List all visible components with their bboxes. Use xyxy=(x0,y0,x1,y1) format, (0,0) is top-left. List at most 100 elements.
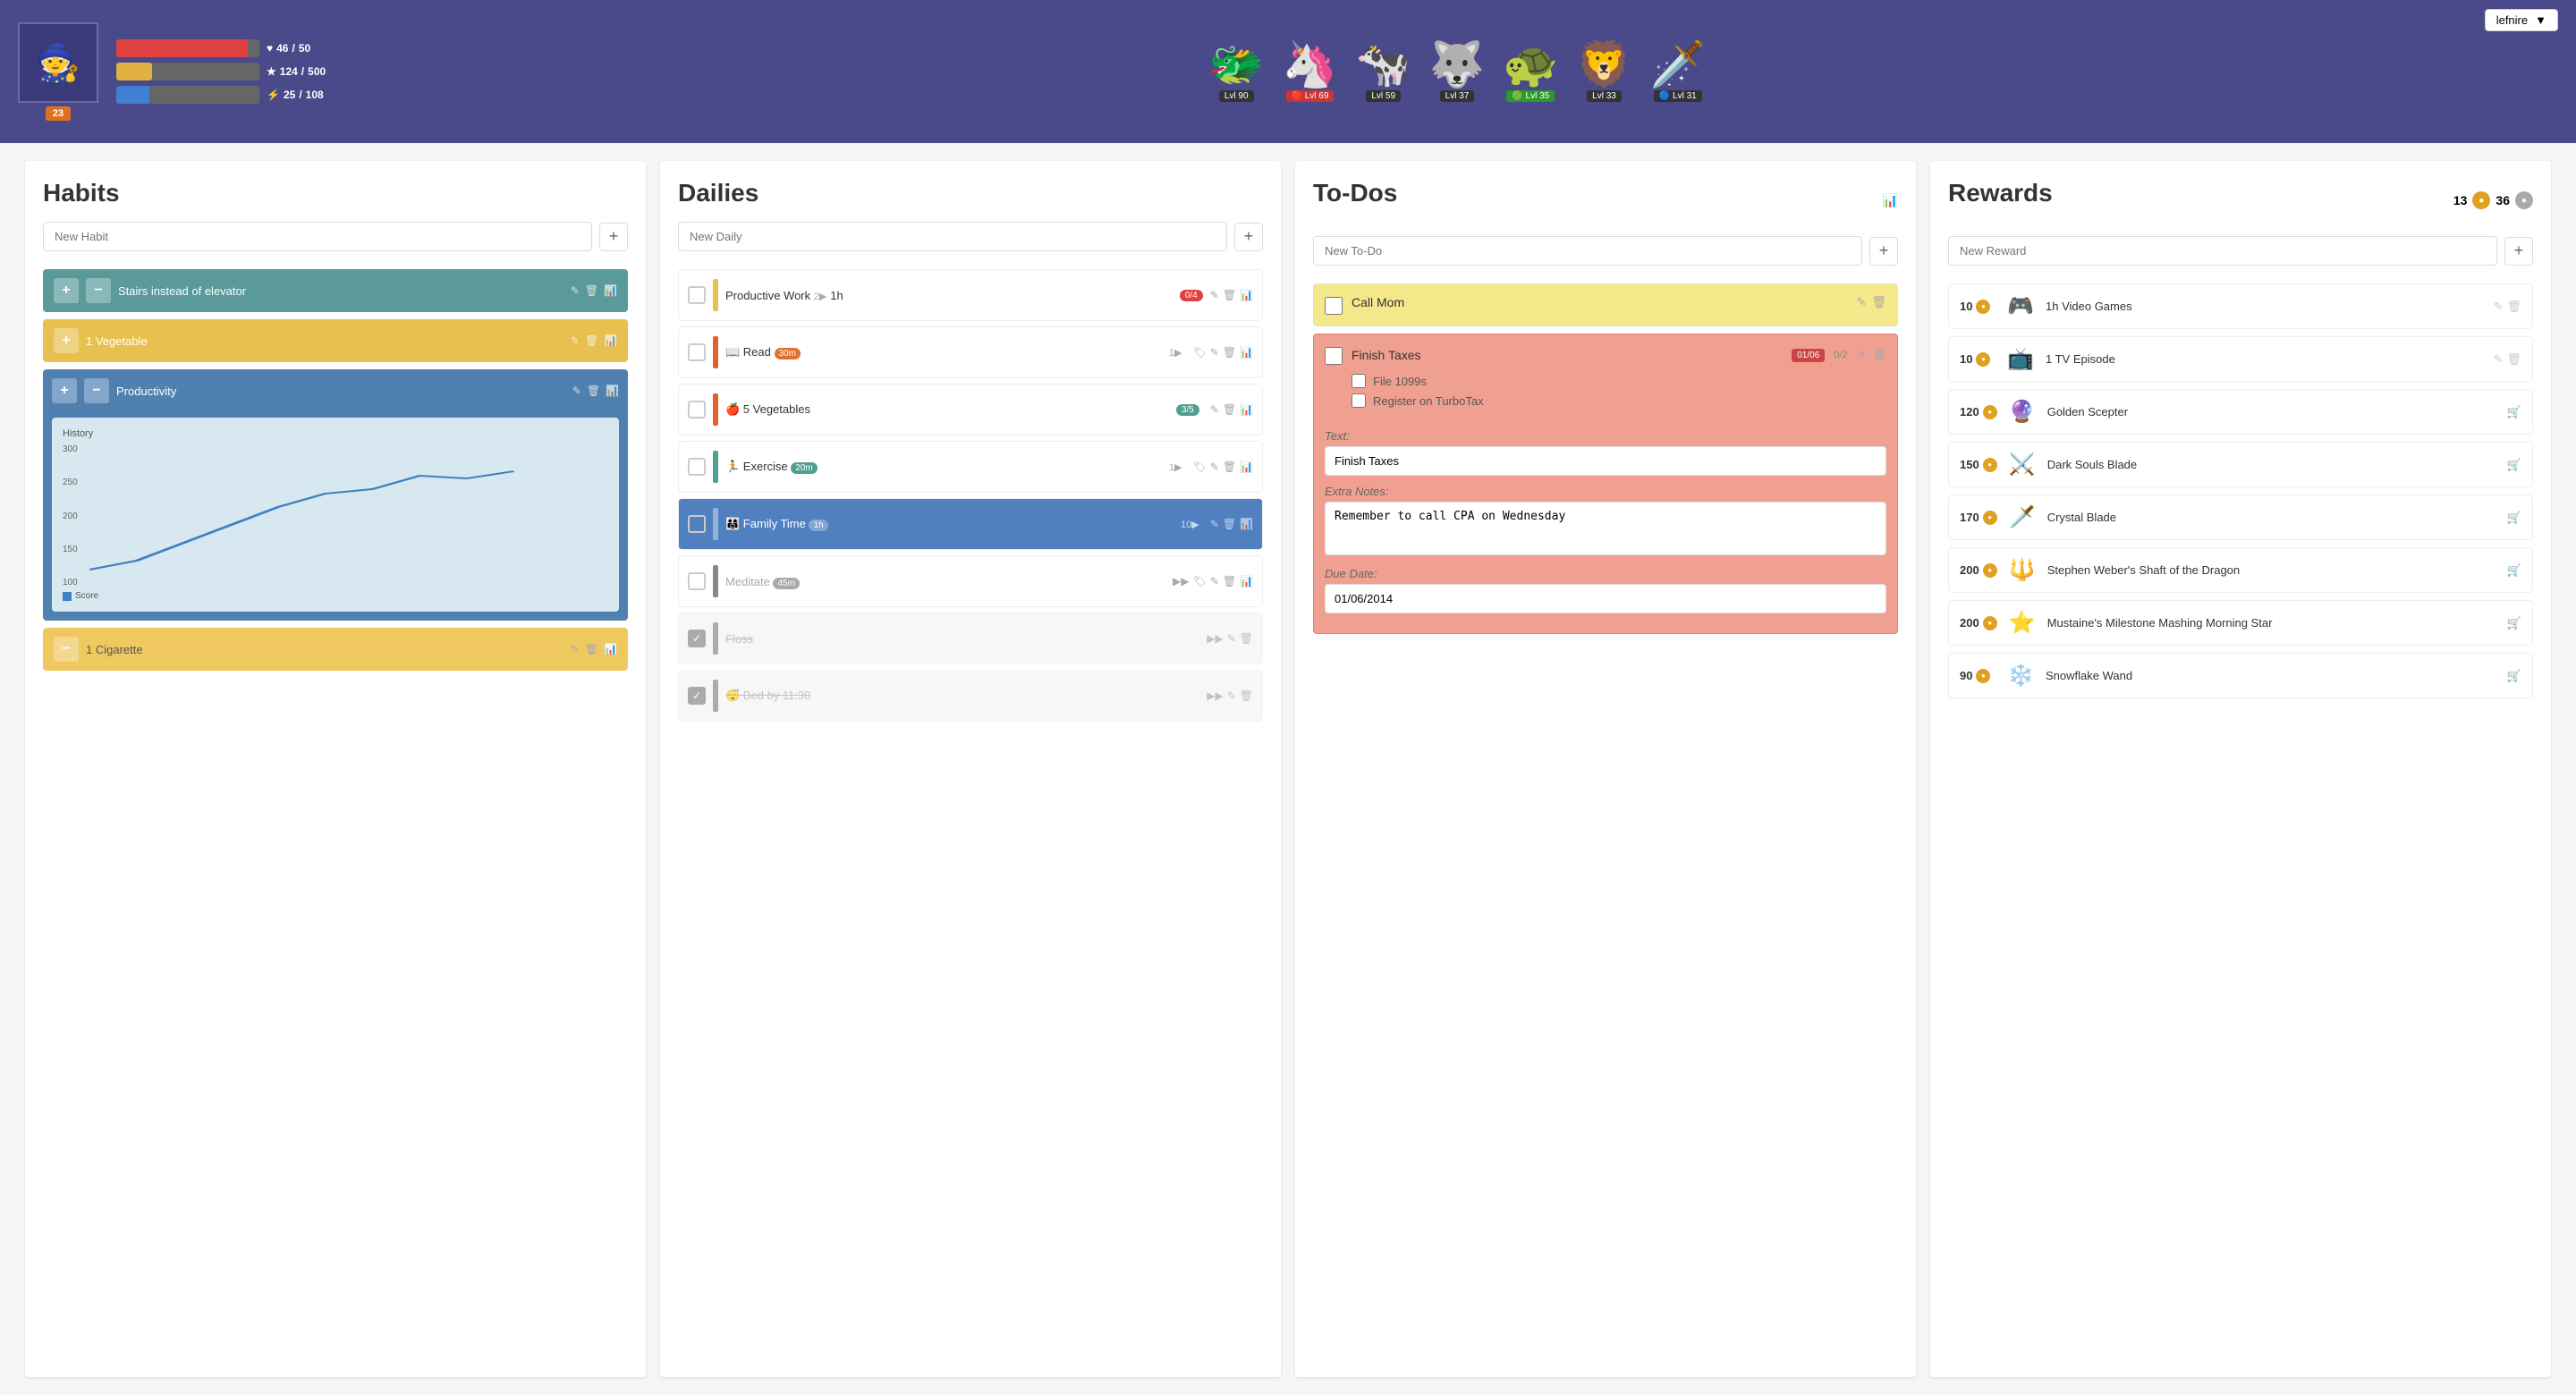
daily-checkbox-read[interactable] xyxy=(688,343,706,361)
delete-icon-cigarette[interactable]: 🗑 xyxy=(585,643,598,655)
daily-checkbox-vegetables[interactable] xyxy=(688,401,706,418)
chart-area: 300 250 200 150 100 xyxy=(63,444,608,588)
rewards-add-input[interactable] xyxy=(1948,236,2497,266)
delete-daily-bed[interactable]: 🗑 xyxy=(1240,689,1253,702)
delete-icon-vegetable[interactable]: 🗑 xyxy=(585,334,598,347)
buy-reward-crystal-blade[interactable]: 🛒 xyxy=(2507,511,2521,525)
streak-icon-floss: ▶▶ xyxy=(1207,632,1223,645)
x-icon-taxes[interactable]: ✕ xyxy=(1857,348,1867,362)
party-member-5[interactable]: 🐢 🟢 Lvl 35 xyxy=(1503,42,1558,102)
edit-reward-video-games[interactable]: ✎ xyxy=(2494,300,2504,314)
party-member-6[interactable]: 🦁 Lvl 33 xyxy=(1576,42,1631,102)
habit-plus-productivity[interactable]: + xyxy=(52,378,77,403)
edit-daily-bed[interactable]: ✎ xyxy=(1227,689,1236,702)
rewards-add-button[interactable]: + xyxy=(2504,237,2533,266)
daily-checkbox-family-time[interactable] xyxy=(688,515,706,533)
daily-sub-productive-work: 1h xyxy=(830,289,843,302)
delete-daily-read[interactable]: 🗑 xyxy=(1223,346,1236,359)
daily-checkbox-exercise[interactable] xyxy=(688,458,706,476)
daily-name-family-time: 👨‍👩‍👧 Family Time 1h xyxy=(725,517,1174,531)
edit-daily-family-time[interactable]: ✎ xyxy=(1210,518,1219,530)
todo-checkbox-call-mom[interactable] xyxy=(1325,297,1343,315)
user-dropdown[interactable]: lefnire ▼ xyxy=(2485,9,2558,31)
habits-add-input[interactable] xyxy=(43,222,592,251)
due-input-taxes[interactable] xyxy=(1325,584,1886,613)
edit-daily-read[interactable]: ✎ xyxy=(1210,346,1219,359)
party-member-3[interactable]: 🐄 Lvl 59 xyxy=(1356,42,1411,102)
edit-todo-call-mom[interactable]: ✎ xyxy=(1857,295,1867,309)
daily-checkbox-meditate[interactable] xyxy=(688,572,706,590)
habit-plus-vegetable[interactable]: + xyxy=(54,328,79,353)
delete-daily-productive-work[interactable]: 🗑 xyxy=(1223,289,1236,301)
habit-plus-stairs[interactable]: + xyxy=(54,278,79,303)
daily-checkbox-floss[interactable]: ✓ xyxy=(688,630,706,647)
delete-icon-productivity[interactable]: 🗑 xyxy=(587,385,600,397)
todo-checkbox-finish-taxes[interactable] xyxy=(1325,347,1343,365)
buy-reward-golden-scepter[interactable]: 🛒 xyxy=(2507,405,2521,419)
bar-daily-exercise[interactable]: 📊 xyxy=(1240,461,1253,473)
todos-add-input[interactable] xyxy=(1313,236,1862,266)
bar-daily-vegetables[interactable]: 📊 xyxy=(1240,403,1253,416)
bar-icon-stairs[interactable]: 📊 xyxy=(604,284,617,297)
daily-item-bed: ✓ 😴 Bed by 11:30 ▶▶ ✎ 🗑 xyxy=(678,670,1263,722)
delete-daily-floss[interactable]: 🗑 xyxy=(1240,632,1253,645)
bar-daily-read[interactable]: 📊 xyxy=(1240,346,1253,359)
tag-icon-exercise[interactable]: 🏷 xyxy=(1193,461,1207,473)
todos-stats-icon[interactable]: 📊 xyxy=(1883,193,1898,208)
player-avatar[interactable]: 🧙 xyxy=(18,22,98,103)
subtask-label-1099s: File 1099s xyxy=(1373,375,1427,388)
tag-icon-read[interactable]: 🏷 xyxy=(1193,346,1207,359)
buy-reward-snowflake-wand[interactable]: 🛒 xyxy=(2507,669,2521,683)
bar-icon-productivity[interactable]: 📊 xyxy=(606,385,619,397)
habit-minus-productivity[interactable]: − xyxy=(84,378,109,403)
notes-textarea-taxes[interactable]: Remember to call CPA on Wednesday xyxy=(1325,502,1886,555)
tag-icon-meditate[interactable]: 🏷 xyxy=(1193,575,1207,588)
daily-checkbox-bed[interactable]: ✓ xyxy=(688,687,706,705)
edit-icon-stairs[interactable]: ✎ xyxy=(571,284,580,297)
dailies-add-input[interactable] xyxy=(678,222,1227,251)
party-member-2[interactable]: 🦄 🔴 Lvl 69 xyxy=(1282,42,1337,102)
edit-reward-tv-episode[interactable]: ✎ xyxy=(2494,352,2504,367)
dailies-add-button[interactable]: + xyxy=(1234,223,1263,251)
party-member-4[interactable]: 🐺 Lvl 37 xyxy=(1429,42,1485,102)
edit-daily-meditate[interactable]: ✎ xyxy=(1210,575,1219,588)
delete-todo-call-mom[interactable]: 🗑 xyxy=(1871,295,1886,309)
edit-icon-cigarette[interactable]: ✎ xyxy=(571,643,580,655)
delete-reward-tv-episode[interactable]: 🗑 xyxy=(2506,352,2521,367)
edit-daily-exercise[interactable]: ✎ xyxy=(1210,461,1219,473)
bar-daily-productive-work[interactable]: 📊 xyxy=(1240,289,1253,301)
bar-icon-cigarette[interactable]: 📊 xyxy=(604,643,617,655)
party-member-1[interactable]: 🐲 Lvl 90 xyxy=(1208,42,1264,102)
subtask-checkbox-turbotax[interactable] xyxy=(1352,393,1366,408)
rewards-column: Rewards 13 ● 36 ● + 10 ● 🎮 1h Video Game… xyxy=(1930,161,2551,1377)
habit-minus-cigarette[interactable]: − xyxy=(54,637,79,662)
delete-daily-exercise[interactable]: 🗑 xyxy=(1223,461,1236,473)
buy-reward-dark-souls[interactable]: 🛒 xyxy=(2507,458,2521,472)
buy-reward-morning-star[interactable]: 🛒 xyxy=(2507,616,2521,630)
edit-daily-floss[interactable]: ✎ xyxy=(1227,632,1236,645)
buy-reward-shaft-dragon[interactable]: 🛒 xyxy=(2507,563,2521,578)
reward-actions-shaft-dragon: 🛒 xyxy=(2507,563,2521,578)
todos-add-button[interactable]: + xyxy=(1869,237,1898,266)
edit-icon-productivity[interactable]: ✎ xyxy=(572,385,581,397)
daily-checkbox-productive-work[interactable] xyxy=(688,286,706,304)
reward-actions-morning-star: 🛒 xyxy=(2507,616,2521,630)
text-input-taxes[interactable] xyxy=(1325,446,1886,476)
delete-todo-finish-taxes[interactable]: 🗑 xyxy=(1871,348,1886,362)
delete-daily-meditate[interactable]: 🗑 xyxy=(1223,575,1236,588)
delete-reward-video-games[interactable]: 🗑 xyxy=(2506,300,2521,314)
delete-icon-stairs[interactable]: 🗑 xyxy=(585,284,598,297)
party-member-7[interactable]: 🗡️ 🔵 Lvl 31 xyxy=(1650,42,1706,102)
edit-daily-productive-work[interactable]: ✎ xyxy=(1210,289,1219,301)
delete-daily-vegetables[interactable]: 🗑 xyxy=(1223,403,1236,416)
bar-daily-family-time[interactable]: 📊 xyxy=(1240,518,1253,530)
bar-icon-vegetable[interactable]: 📊 xyxy=(604,334,617,347)
habit-minus-stairs[interactable]: − xyxy=(86,278,111,303)
delete-daily-family-time[interactable]: 🗑 xyxy=(1223,518,1236,530)
bar-daily-meditate[interactable]: 📊 xyxy=(1240,575,1253,588)
edit-daily-vegetables[interactable]: ✎ xyxy=(1210,403,1219,416)
subtask-checkbox-1099s[interactable] xyxy=(1352,374,1366,388)
habit-item-cigarette: − 1 Cigarette ✎ 🗑 📊 xyxy=(43,628,628,671)
habits-add-button[interactable]: + xyxy=(599,223,628,251)
edit-icon-vegetable[interactable]: ✎ xyxy=(571,334,580,347)
